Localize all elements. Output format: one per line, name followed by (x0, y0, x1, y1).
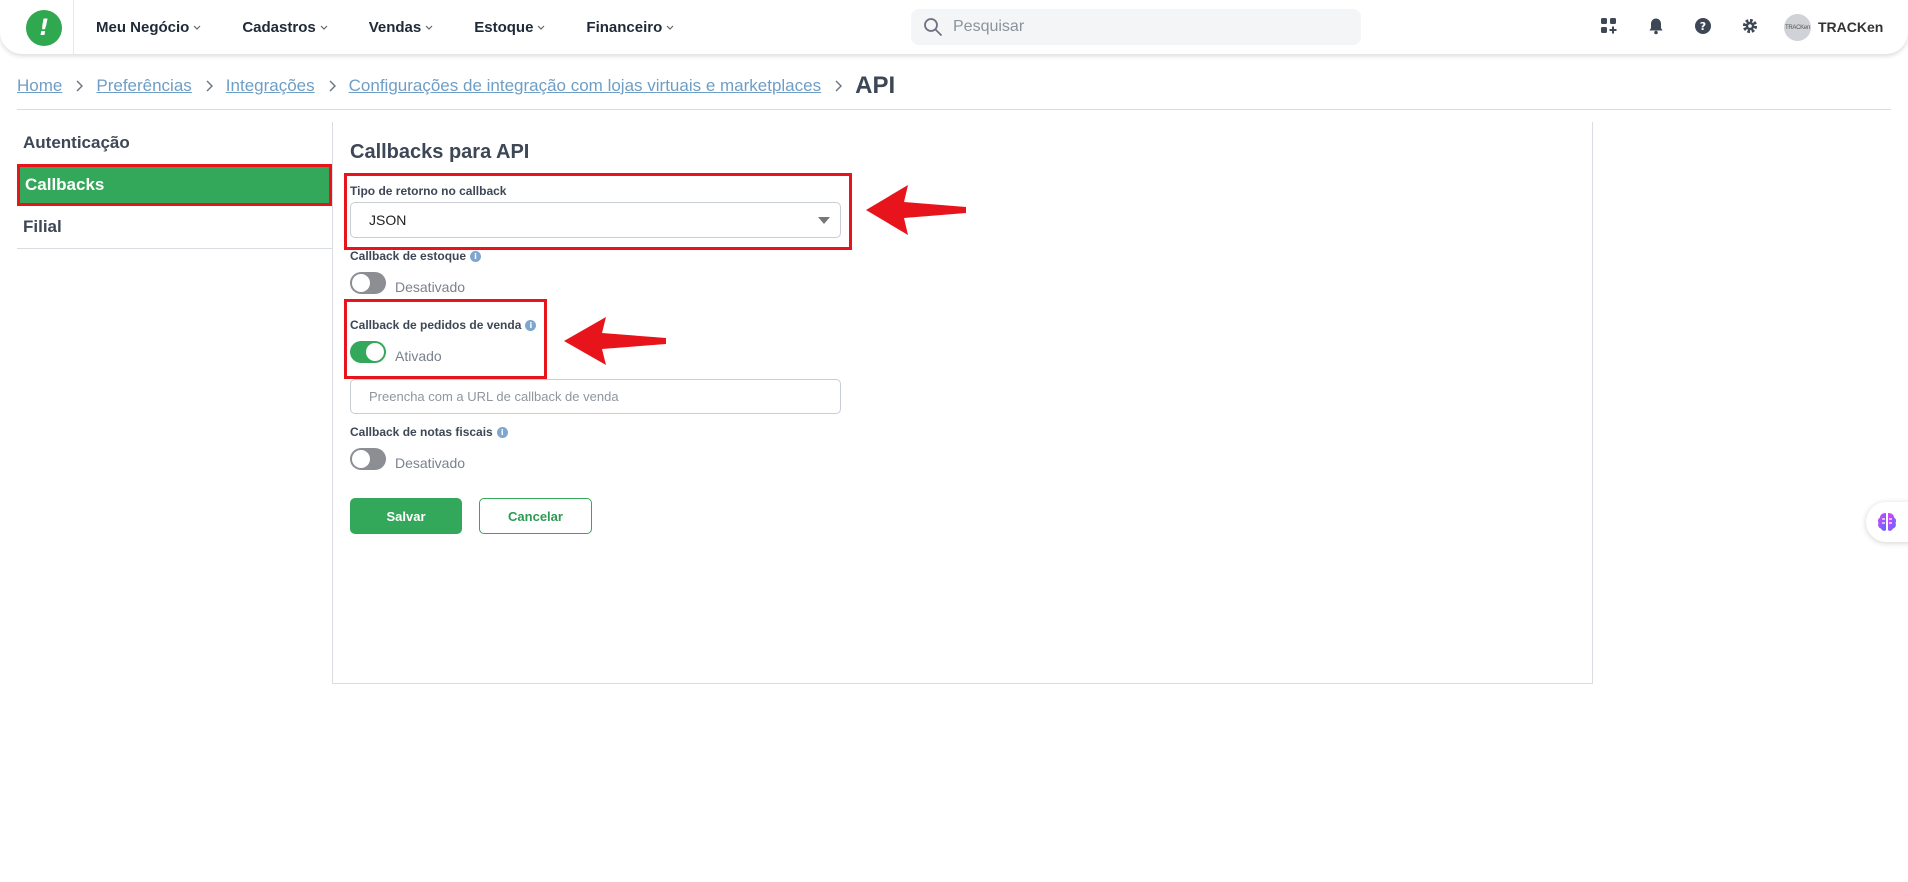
avatar[interactable]: TRACKen (1784, 14, 1811, 41)
panel-title: Callbacks para API (350, 141, 530, 163)
search-input[interactable] (953, 18, 1333, 36)
bell-icon-glyph (1649, 18, 1663, 35)
chevron-down-icon (425, 25, 433, 30)
page-title: API (855, 72, 896, 99)
search-icon (924, 18, 942, 36)
header-divider (17, 109, 1891, 110)
chevron-right-icon (329, 80, 336, 92)
stock-callback-label: Callback de estoque i (350, 249, 482, 263)
stock-callback-state: Desativado (395, 279, 466, 295)
chevron-down-icon (193, 25, 201, 30)
top-bar: ! Meu Negócio Cadastros Vendas Estoque F… (0, 0, 1908, 54)
help-icon-glyph: ? (1695, 18, 1711, 34)
side-item-autenticacao[interactable]: Autenticação (17, 122, 332, 164)
assistant-widget[interactable] (1866, 502, 1908, 542)
toggle-knob (352, 274, 370, 292)
chevron-right-icon (206, 80, 213, 92)
invoice-callback-state: Desativado (395, 455, 466, 471)
gear-icon-glyph (1742, 18, 1758, 34)
cancel-button[interactable]: Cancelar (479, 498, 592, 534)
help-icon[interactable]: ? (1693, 16, 1713, 36)
stock-callback-toggle[interactable] (350, 272, 386, 294)
main-nav: Meu Negócio Cadastros Vendas Estoque Fin… (96, 0, 715, 54)
invoice-callback-label: Callback de notas fiscais i (350, 425, 508, 439)
bell-icon[interactable] (1646, 16, 1666, 36)
chevron-right-icon (835, 80, 843, 92)
side-item-filial[interactable]: Filial (17, 206, 332, 248)
gear-icon[interactable] (1740, 16, 1760, 36)
brain-icon (1878, 513, 1896, 531)
toggle-knob (352, 450, 370, 468)
nav-item-vendas[interactable]: Vendas (369, 19, 435, 36)
info-icon[interactable]: i (496, 426, 508, 438)
orders-callback-url-input[interactable] (350, 379, 841, 414)
side-menu-divider (17, 248, 332, 249)
save-button[interactable]: Salvar (350, 498, 462, 534)
svg-text:?: ? (1700, 20, 1706, 33)
chevron-down-icon (666, 25, 674, 30)
side-item-callbacks[interactable]: Callbacks (17, 164, 332, 206)
info-icon[interactable]: i (470, 250, 482, 262)
chevron-down-icon (320, 25, 328, 30)
user-name[interactable]: TRACKen (1818, 19, 1883, 35)
chevron-right-icon (76, 80, 84, 92)
nav-item-cadastros[interactable]: Cadastros (242, 19, 328, 36)
breadcrumb-preferencias[interactable]: Preferências (96, 76, 191, 96)
chevron-down-icon (537, 25, 545, 30)
invoice-callback-toggle[interactable] (350, 448, 386, 470)
nav-item-financeiro[interactable]: Financeiro (586, 19, 675, 36)
apps-icon[interactable] (1599, 16, 1619, 36)
apps-icon-glyph (1601, 18, 1617, 34)
annotation-box-orders-callback (344, 299, 547, 379)
search-bar[interactable] (911, 9, 1361, 45)
nav-item-estoque[interactable]: Estoque (474, 19, 546, 36)
side-menu: Autenticação Callbacks Filial (17, 122, 332, 248)
breadcrumb-configuracoes[interactable]: Configurações de integração com lojas vi… (349, 76, 821, 96)
breadcrumb: Home Preferências Integrações Configuraç… (17, 72, 895, 100)
annotation-arrow-icon (866, 185, 966, 235)
logo-divider (73, 0, 74, 54)
breadcrumb-integracoes[interactable]: Integrações (226, 76, 315, 96)
breadcrumb-home[interactable]: Home (17, 76, 62, 96)
annotation-arrow-icon (564, 317, 666, 365)
annotation-box-return-type (344, 173, 852, 250)
app-logo[interactable]: ! (26, 10, 62, 46)
nav-item-meu-negocio[interactable]: Meu Negócio (96, 19, 202, 36)
